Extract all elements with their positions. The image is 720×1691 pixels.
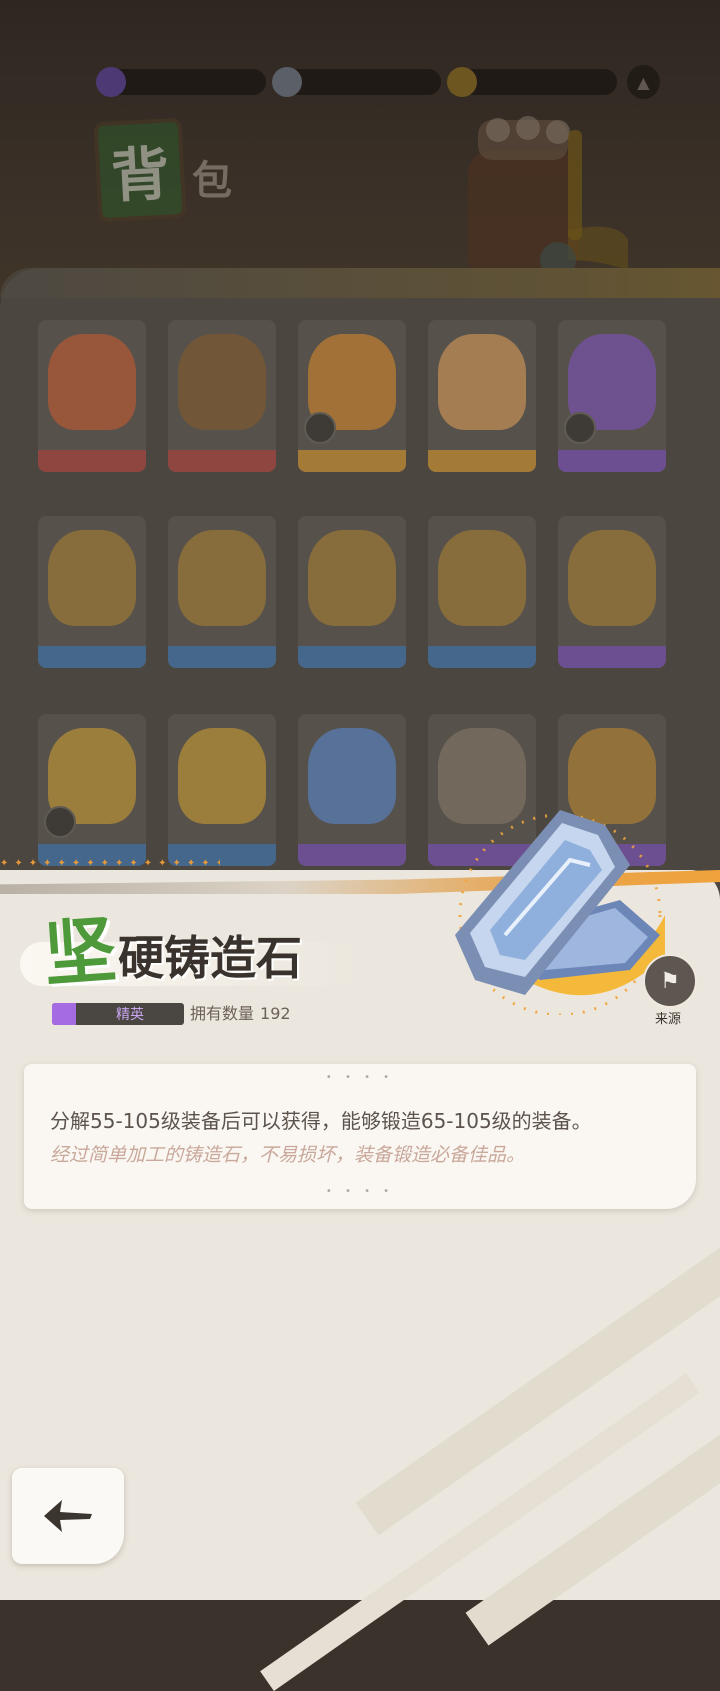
item-icon	[178, 334, 266, 430]
item-name-first-char: 坚	[41, 906, 119, 997]
item-icon	[308, 728, 396, 824]
item-name-rest: 硬铸造石	[118, 931, 303, 985]
item-icon	[438, 530, 526, 626]
rarity-band	[298, 844, 406, 866]
backpack-icon	[468, 116, 628, 280]
source-button[interactable]: ⚑	[643, 954, 697, 1008]
currency-bar: ▲	[96, 64, 660, 100]
inventory-slot[interactable]	[298, 516, 406, 668]
rarity-band	[168, 646, 276, 668]
item-description: 分解55-105级装备后可以获得，能够锻造65-105级的装备。	[50, 1109, 592, 1133]
currency-purple-crystal[interactable]	[96, 67, 266, 97]
rarity-band	[38, 450, 146, 472]
back-arrow-icon	[44, 1500, 92, 1532]
description-card: • • • • 分解55-105级装备后可以获得，能够锻造65-105级的装备。…	[24, 1064, 696, 1209]
inventory-slot[interactable]	[428, 320, 536, 472]
sparkle-decoration: ✦✦✦✦✦✦✦✦✦✦✦✦✦✦✦✦	[0, 858, 220, 869]
back-button[interactable]	[12, 1468, 124, 1564]
owned-count: 192	[260, 1004, 291, 1023]
rarity-label: 精英	[116, 1007, 144, 1023]
purple-crystal-icon	[96, 67, 126, 97]
page-title: 背 包	[93, 110, 232, 223]
inventory-slot[interactable]	[38, 714, 146, 866]
currency-gold[interactable]	[447, 67, 617, 97]
rarity-band	[428, 450, 536, 472]
inventory-slot[interactable]	[38, 516, 146, 668]
rarity-band	[428, 646, 536, 668]
item-icon	[48, 530, 136, 626]
inventory-slot[interactable]	[168, 320, 276, 472]
decor-dots: • • • •	[325, 1072, 395, 1083]
lock-icon	[564, 412, 596, 444]
lock-icon	[44, 806, 76, 838]
rarity-band	[558, 450, 666, 472]
signpost-icon: ⚑	[660, 968, 680, 994]
item-icon	[568, 530, 656, 626]
item-icon	[308, 530, 396, 626]
forging-stone-icon	[455, 810, 665, 1015]
rarity-band	[298, 450, 406, 472]
rarity-badge: 精英	[52, 1003, 184, 1025]
lock-icon	[304, 412, 336, 444]
gold-coin-icon	[447, 67, 478, 97]
inventory-slot[interactable]	[558, 516, 666, 668]
rarity-band	[168, 450, 276, 472]
inventory-slot[interactable]	[298, 714, 406, 866]
inventory-slot[interactable]	[428, 516, 536, 668]
decor-dots: • • • •	[325, 1186, 395, 1197]
item-icon	[178, 728, 266, 824]
inventory-slot[interactable]	[168, 714, 276, 866]
source-label: 来源	[654, 1012, 681, 1027]
owned-quantity: 拥有数量 192	[190, 1003, 291, 1025]
inventory-slot[interactable]	[38, 320, 146, 472]
rarity-band	[298, 646, 406, 668]
title-main: 背	[93, 117, 187, 223]
currency-diamond[interactable]	[271, 67, 442, 97]
rarity-band	[38, 646, 146, 668]
inventory-slot[interactable]	[168, 516, 276, 668]
item-icon	[438, 334, 526, 430]
owned-label: 拥有数量	[190, 1004, 255, 1023]
title-sub: 包	[192, 158, 232, 204]
inventory-slot[interactable]	[298, 320, 406, 472]
rarity-band	[558, 646, 666, 668]
inventory-slot[interactable]	[558, 320, 666, 472]
item-name: 坚 硬铸造石	[41, 906, 303, 997]
item-flavor-text: 经过简单加工的铸造石，不易损坏，装备锻造必备佳品。	[50, 1144, 526, 1166]
item-icon	[178, 530, 266, 626]
rarity-pip	[52, 1003, 76, 1025]
diamond-icon	[271, 67, 302, 97]
menu-icon[interactable]: ▲	[626, 65, 660, 99]
item-icon	[48, 334, 136, 430]
